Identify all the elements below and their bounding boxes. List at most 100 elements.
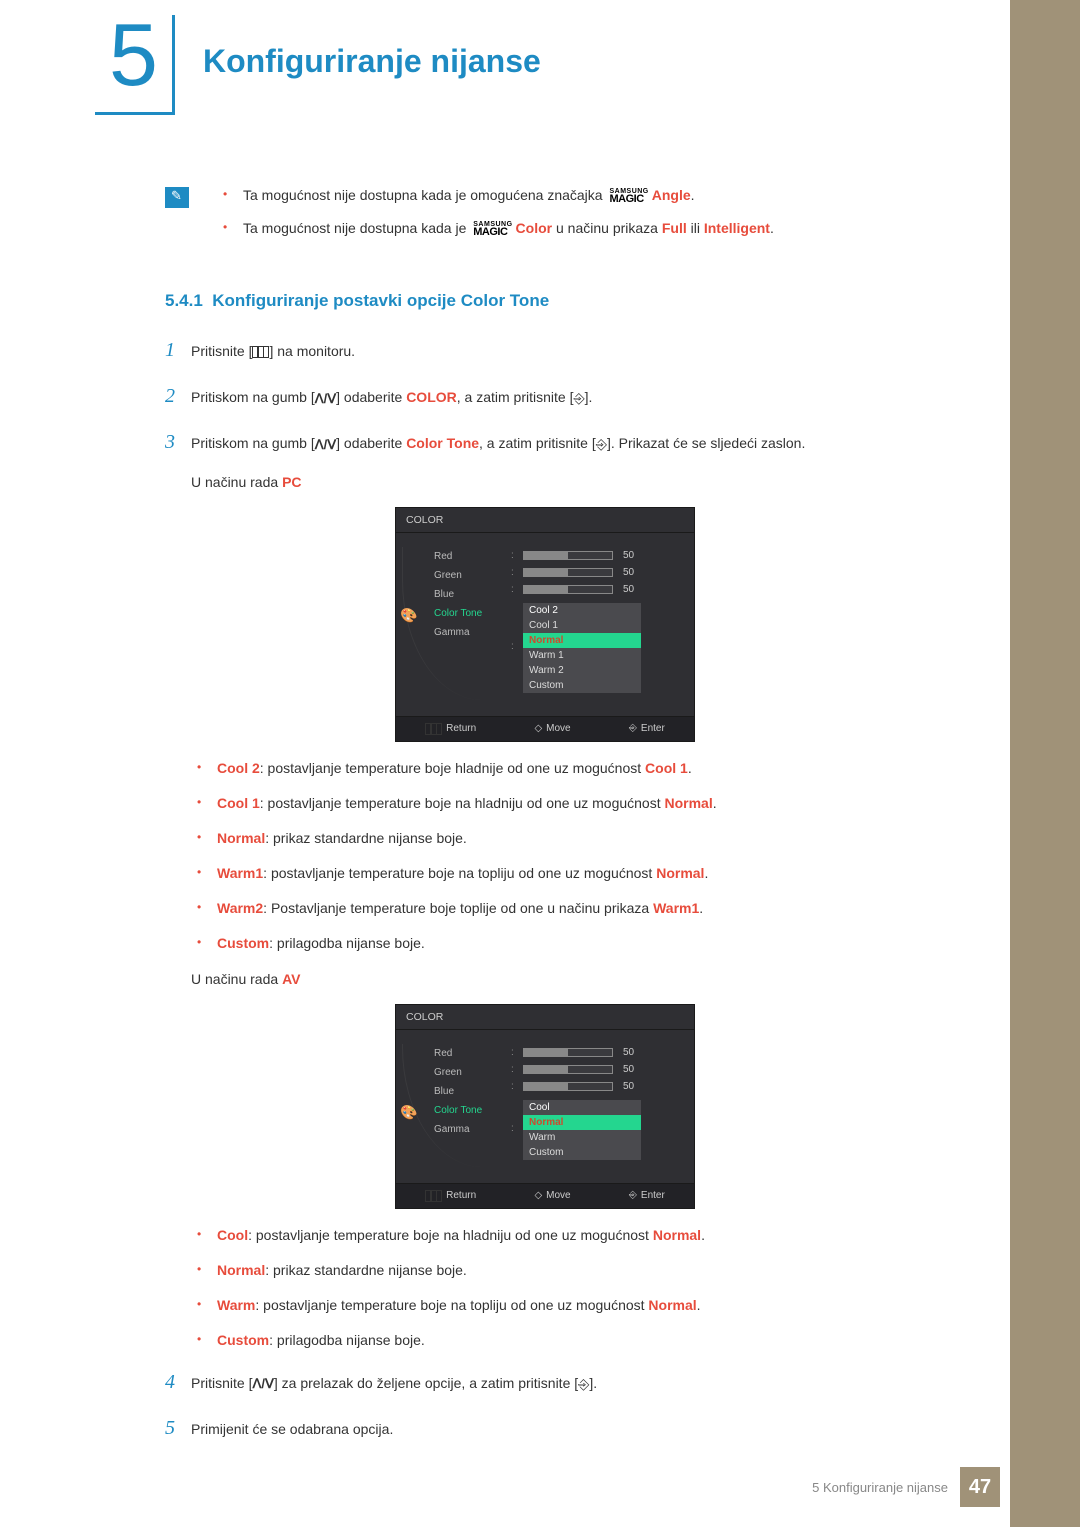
osd-values-column: :50 :50 :50 : Cool 2 Cool 1 Normal Warm … xyxy=(511,547,684,696)
label: Return xyxy=(446,1190,476,1201)
osd-row-green: :50 xyxy=(511,1061,684,1078)
option-label: Warm1 xyxy=(217,865,263,881)
osd-option: Custom xyxy=(523,1145,641,1160)
updown-icon: ᐱ/ᐯ xyxy=(315,438,336,451)
osd-labels-column: 🎨 Red Green Blue Color Tone Gamma xyxy=(406,547,511,696)
subsection-number: 5.4.1 xyxy=(165,291,203,310)
desc-bullet: Cool 2: postavljanje temperature boje hl… xyxy=(191,758,925,779)
option-label: Custom xyxy=(217,935,269,951)
chapter-number: 5 xyxy=(95,15,175,115)
osd-label-colortone: Color Tone xyxy=(406,604,511,623)
desc-bullet: Warm2: Postavljanje temperature boje top… xyxy=(191,898,925,919)
text: ]. xyxy=(585,389,593,405)
osd-option: Cool xyxy=(523,1100,641,1115)
note-bullet: Ta mogućnost nije dostupna kada je omogu… xyxy=(217,185,925,206)
enter-icon: ⎆ xyxy=(573,387,584,411)
option-label: Normal xyxy=(217,1262,265,1278)
text: : postavljanje temperature boje na topli… xyxy=(255,1297,648,1313)
text: ]. xyxy=(589,1375,597,1391)
text: : prilagodba nijanse boje. xyxy=(269,935,425,951)
text: . xyxy=(770,220,774,236)
option-ref: Normal xyxy=(656,865,704,881)
content-area: Ta mogućnost nije dostupna kada je omogu… xyxy=(165,185,925,1457)
step-4: 4 Pritisnite [ᐱ/ᐯ] za prelazak do željen… xyxy=(165,1365,925,1399)
osd-footer: Return ◇Move ⎆Enter xyxy=(396,716,694,741)
option-label: Warm2 xyxy=(217,900,263,916)
palette-icon: 🎨 xyxy=(400,1104,416,1120)
osd-foot-move: ◇ Move xyxy=(534,1190,570,1202)
osd-foot-move: ◇Move xyxy=(534,723,570,735)
page-footer: 5 Konfiguriranje nijanse 47 xyxy=(812,1467,1000,1507)
option-label: Cool 2 xyxy=(217,760,260,776)
step-number: 2 xyxy=(165,379,191,413)
osd-row-red: :50 xyxy=(511,547,684,564)
step-text: Pritisnite [ᐱ/ᐯ] za prelazak do željene … xyxy=(191,1372,925,1396)
osd-option-selected: Normal xyxy=(523,1115,641,1130)
step-text: Primijenit će se odabrana opcija. xyxy=(191,1418,925,1442)
step-text: Pritiskom na gumb [ᐱ/ᐯ] odaberite Color … xyxy=(191,432,925,456)
menu-color: COLOR xyxy=(406,389,457,405)
mode-intelligent: Intelligent xyxy=(704,220,770,236)
osd-label-red: Red xyxy=(406,1044,511,1063)
menu-icon xyxy=(425,723,442,735)
desc-bullet: Normal: prikaz standardne nijanse boje. xyxy=(191,1260,925,1281)
osd-options-pc: Cool 2 Cool 1 Normal Warm 1 Warm 2 Custo… xyxy=(523,603,641,693)
text: Pritiskom na gumb [ xyxy=(191,389,315,405)
text: U načinu rada xyxy=(191,971,282,987)
menu-icon xyxy=(425,1190,442,1202)
step-3-sub: U načinu rada PC xyxy=(191,471,925,495)
osd-label-gamma: Gamma xyxy=(406,1120,511,1139)
osd-option: Cool 2 xyxy=(523,603,641,618)
value: 50 xyxy=(623,1081,634,1092)
text: : Postavljanje temperature boje toplije … xyxy=(263,900,653,916)
text: Ta mogućnost nije dostupna kada je xyxy=(243,220,470,236)
decorative-sidebar xyxy=(1010,0,1080,1527)
option-label: Cool 1 xyxy=(217,795,260,811)
text: , a zatim pritisnite [ xyxy=(479,435,596,451)
text: : postavljanje temperature boje na hladn… xyxy=(248,1227,653,1243)
osd-row-colortone: : Cool Normal Warm Custom xyxy=(511,1095,684,1163)
option-label: Normal xyxy=(217,830,265,846)
enter-icon: ⎆ xyxy=(578,1373,589,1397)
samsung-magic-logo: SAMSUNG MAGIC xyxy=(609,189,648,203)
mode-full: Full xyxy=(662,220,687,236)
osd-label-red: Red xyxy=(406,547,511,566)
note-bullet: Ta mogućnost nije dostupna kada je SAMSU… xyxy=(217,218,925,239)
text: u načinu prikaza xyxy=(556,220,662,236)
option-label: Custom xyxy=(217,1332,269,1348)
osd-foot-return: Return xyxy=(425,723,476,735)
text: ] na monitoru. xyxy=(269,343,355,359)
osd-option: Cool 1 xyxy=(523,618,641,633)
step-number: 4 xyxy=(165,1365,191,1399)
osd-label-green: Green xyxy=(406,566,511,585)
osd-row-green: :50 xyxy=(511,564,684,581)
diamond-icon: ◇ xyxy=(534,1190,542,1201)
step-text: Pritiskom na gumb [ᐱ/ᐯ] odaberite COLOR,… xyxy=(191,386,925,410)
osd-foot-return: Return xyxy=(425,1190,476,1202)
text: Ta mogućnost nije dostupna kada je omogu… xyxy=(243,187,606,203)
menu-icon xyxy=(252,346,269,358)
value: 50 xyxy=(623,584,634,595)
osd-title: COLOR xyxy=(396,508,694,533)
note-block: Ta mogućnost nije dostupna kada je omogu… xyxy=(165,185,925,251)
text: : prikaz standardne nijanse boje. xyxy=(265,1262,467,1278)
osd-options-av: Cool Normal Warm Custom xyxy=(523,1100,641,1160)
osd-panel-av: COLOR 🎨 Red Green Blue Color Tone Gamma … xyxy=(395,1004,695,1209)
osd-title: COLOR xyxy=(396,1005,694,1030)
step-1: 1 Pritisnite [] na monitoru. xyxy=(165,333,925,367)
chapter-title: Konfiguriranje nijanse xyxy=(203,43,541,80)
desc-bullet: Custom: prilagodba nijanse boje. xyxy=(191,933,925,954)
label: Move xyxy=(546,1190,570,1201)
brand-bottom: MAGIC xyxy=(609,195,648,204)
label: Enter xyxy=(641,723,665,734)
option-ref: Normal xyxy=(665,795,713,811)
osd-option-selected: Normal xyxy=(523,633,641,648)
palette-icon: 🎨 xyxy=(400,607,416,623)
text: Pritisnite [ xyxy=(191,343,252,359)
updown-icon: ᐱ/ᐯ xyxy=(315,392,336,405)
diamond-icon: ◇ xyxy=(534,723,542,734)
osd-label-blue: Blue xyxy=(406,1082,511,1101)
osd-option: Warm 2 xyxy=(523,663,641,678)
value: 50 xyxy=(623,1047,634,1058)
subsection-heading: 5.4.1 Konfiguriranje postavki opcije Col… xyxy=(165,291,925,311)
